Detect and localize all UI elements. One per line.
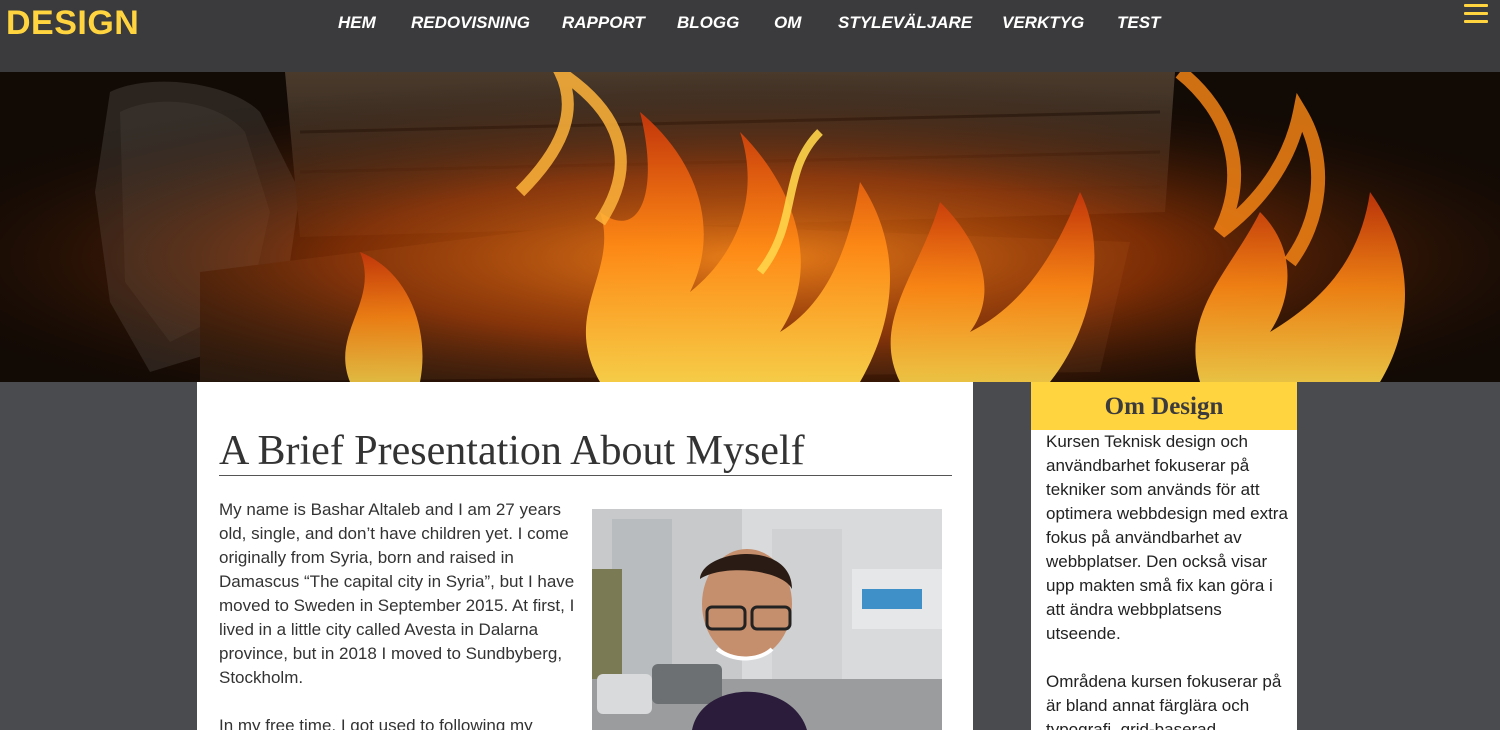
sidebar-content: Kursen Teknisk design och användbarhet f… <box>1031 430 1297 730</box>
intro-paragraph: My name is Bashar Altaleb and I am 27 ye… <box>219 500 575 687</box>
main-content: A Brief Presentation About Myself My nam… <box>197 382 973 730</box>
nav-item-rapport[interactable]: RAPPORT <box>562 12 645 34</box>
title-divider <box>219 475 952 476</box>
nav-item-verktyg[interactable]: VERKTYG <box>1002 12 1084 34</box>
portrait-image <box>592 509 942 730</box>
sidebar-title: Om Design <box>1031 382 1297 430</box>
nav-item-blogg[interactable]: BLOGG <box>677 12 739 34</box>
fire-image <box>0 72 1500 382</box>
nav-item-test[interactable]: TEST <box>1117 12 1160 34</box>
nav-item-hem[interactable]: HEM <box>338 12 376 34</box>
intro-text: My name is Bashar Altaleb and I am 27 ye… <box>219 498 579 730</box>
nav-item-om[interactable]: OM <box>774 12 801 34</box>
hamburger-icon[interactable] <box>1464 4 1488 26</box>
portrait-photo <box>592 509 942 730</box>
intro-paragraph: In my free time, I got used to following… <box>219 716 533 730</box>
hero-banner <box>0 72 1500 382</box>
page-title: A Brief Presentation About Myself <box>219 428 805 474</box>
sidebar-paragraph: Områdena kursen fokuserar på är bland an… <box>1046 672 1282 730</box>
nav-item-redovisning[interactable]: REDOVISNING <box>411 12 530 34</box>
site-logo[interactable]: DESIGN <box>6 2 139 44</box>
sidebar-paragraph: Kursen Teknisk design och användbarhet f… <box>1046 432 1288 643</box>
top-navigation-bar: DESIGN HEM REDOVISNING RAPPORT BLOGG OM … <box>0 0 1500 72</box>
sidebar-text: Kursen Teknisk design och användbarhet f… <box>1046 430 1291 730</box>
nav-item-stylevaljare[interactable]: STYLEVÄLJARE <box>838 12 972 34</box>
